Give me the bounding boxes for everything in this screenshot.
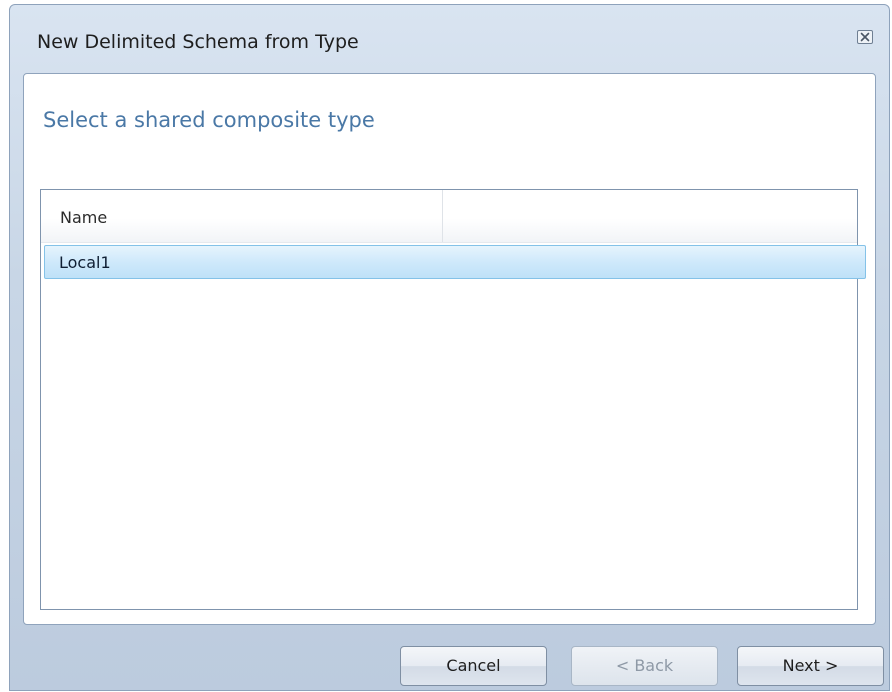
close-icon bbox=[857, 30, 873, 44]
column-header-name[interactable]: Name bbox=[41, 190, 443, 242]
list-item-label: Local1 bbox=[59, 253, 111, 272]
title-bar: New Delimited Schema from Type bbox=[10, 5, 889, 69]
window-title: New Delimited Schema from Type bbox=[37, 31, 359, 53]
page-heading: Select a shared composite type bbox=[43, 108, 375, 132]
composite-type-list[interactable]: Name Local1 bbox=[40, 189, 866, 610]
next-button[interactable]: Next > bbox=[737, 646, 884, 686]
wizard-content-panel: Select a shared composite type Name Loca… bbox=[23, 73, 876, 625]
button-bar: Cancel < Back Next > bbox=[10, 622, 889, 690]
column-header-empty[interactable] bbox=[443, 190, 857, 242]
back-button[interactable]: < Back bbox=[571, 646, 718, 686]
column-header-name-label: Name bbox=[60, 208, 108, 227]
cancel-button[interactable]: Cancel bbox=[400, 646, 547, 686]
close-button[interactable] bbox=[855, 27, 875, 47]
list-item[interactable]: Local1 bbox=[44, 245, 866, 279]
dialog-window: New Delimited Schema from Type Select a … bbox=[9, 4, 890, 691]
list-header: Name bbox=[41, 190, 857, 243]
